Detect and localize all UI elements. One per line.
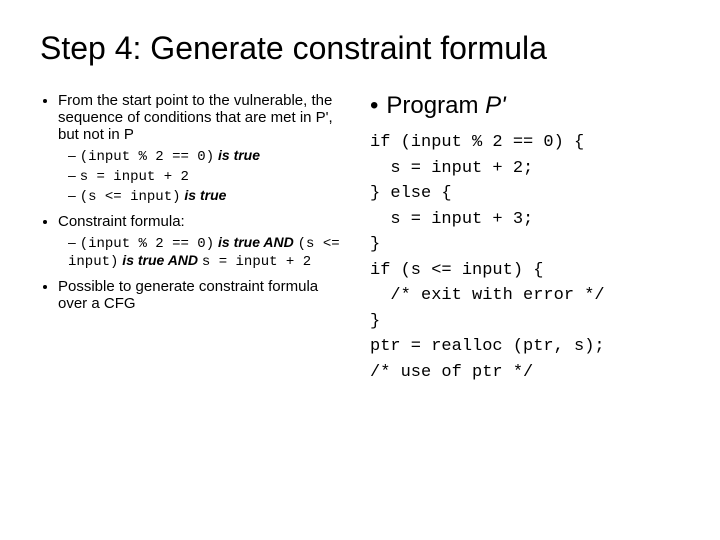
bullet-item: Possible to generate constraint formula …	[58, 278, 350, 312]
bullet-list: From the start point to the vulnerable, …	[40, 92, 350, 312]
sub-item: s = input + 2	[68, 167, 350, 185]
heading-prefix: Program	[386, 92, 485, 119]
italic-span: is true	[214, 147, 260, 163]
code-span: (s <= input)	[80, 189, 181, 205]
left-column: From the start point to the vulnerable, …	[40, 92, 350, 385]
italic-span: is true AND	[214, 234, 298, 250]
bullet-item: From the start point to the vulnerable, …	[58, 92, 350, 205]
code-span: s = input + 2	[202, 254, 311, 270]
slide: Step 4: Generate constraint formula From…	[0, 0, 720, 540]
sub-list: (input % 2 == 0) is true s = input + 2 (…	[58, 147, 350, 205]
columns: From the start point to the vulnerable, …	[40, 92, 680, 385]
sub-item: (s <= input) is true	[68, 187, 350, 205]
code-span: (input % 2 == 0)	[80, 236, 214, 252]
code-block: if (input % 2 == 0) { s = input + 2; } e…	[370, 130, 680, 385]
code-span: s = input + 2	[80, 169, 189, 185]
sub-item: (input % 2 == 0) is true AND (s <= input…	[68, 234, 350, 270]
bullet-dot: •	[370, 92, 378, 119]
italic-span: is true	[181, 187, 227, 203]
sub-list: (input % 2 == 0) is true AND (s <= input…	[58, 234, 350, 270]
right-heading: • Program P'	[370, 92, 680, 120]
bullet-text: Constraint formula:	[58, 213, 185, 230]
program-name: P'	[485, 92, 506, 119]
slide-title: Step 4: Generate constraint formula	[40, 30, 680, 67]
bullet-text: Possible to generate constraint formula …	[58, 278, 318, 312]
italic-span: is true AND	[118, 252, 202, 268]
bullet-text: From the start point to the vulnerable, …	[58, 92, 333, 143]
right-column: • Program P' if (input % 2 == 0) { s = in…	[370, 92, 680, 385]
bullet-item: Constraint formula: (input % 2 == 0) is …	[58, 213, 350, 270]
code-span: (input % 2 == 0)	[80, 149, 214, 165]
sub-item: (input % 2 == 0) is true	[68, 147, 350, 165]
